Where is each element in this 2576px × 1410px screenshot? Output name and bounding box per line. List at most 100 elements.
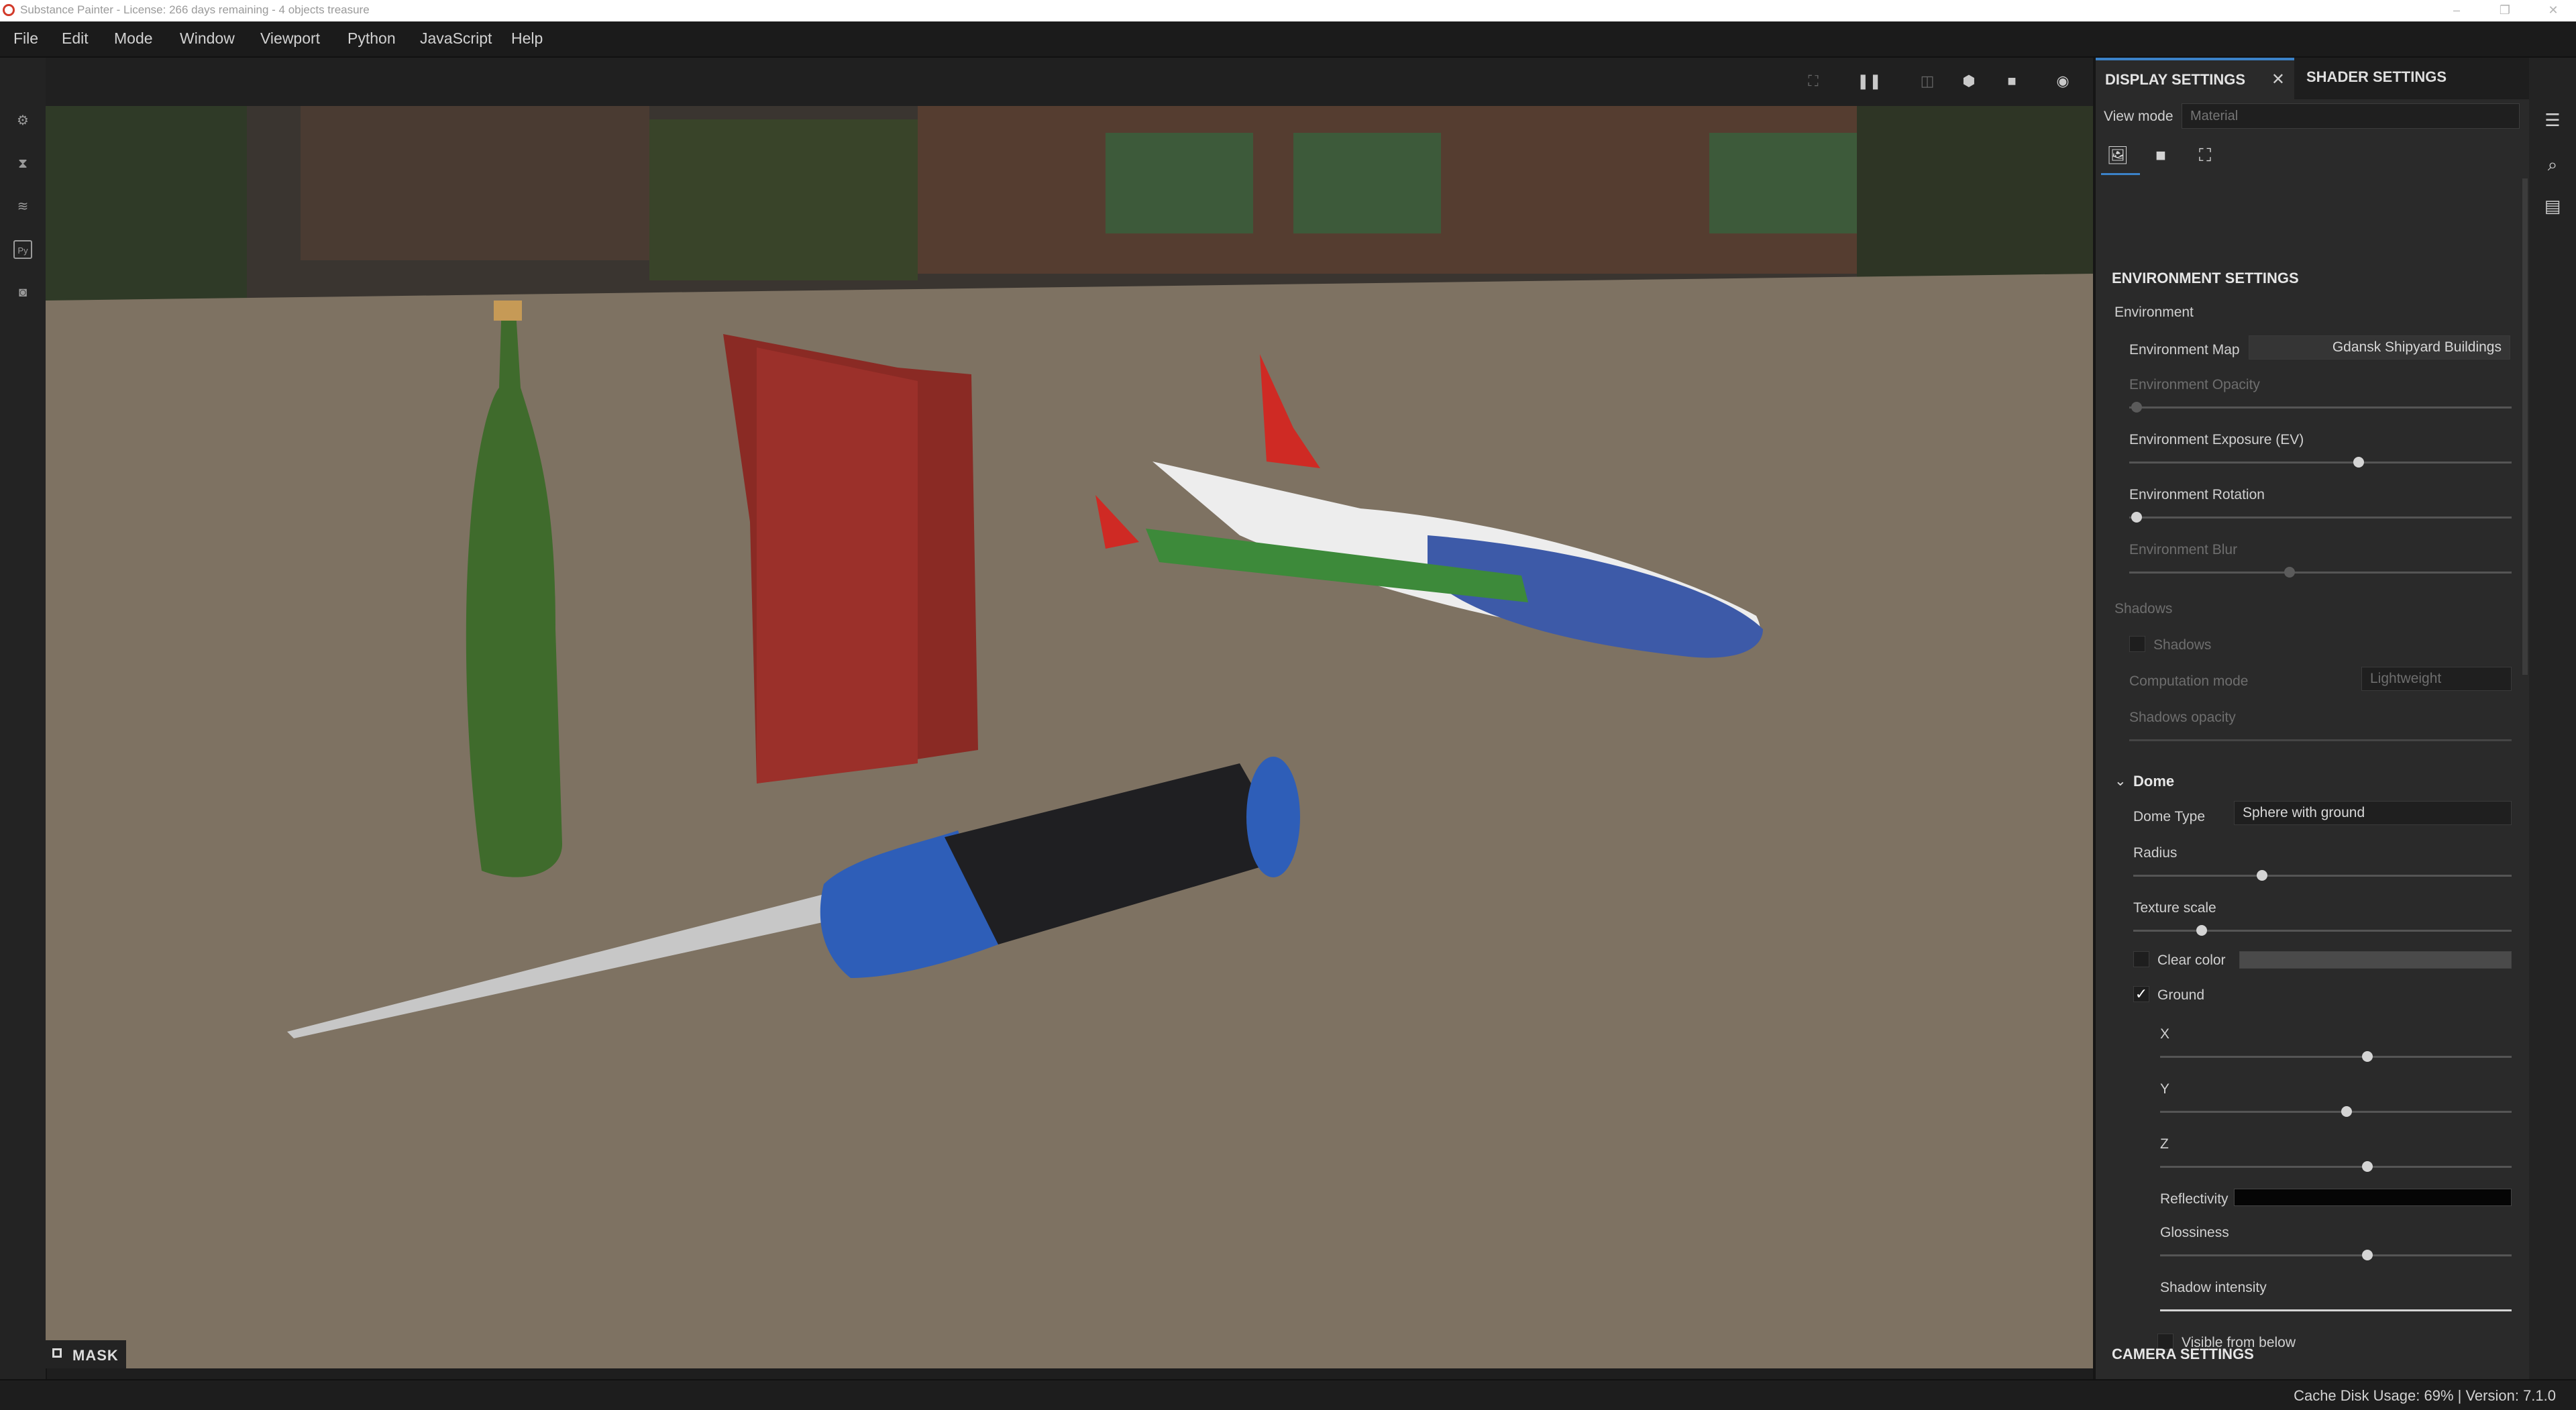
environment-blur-slider[interactable] — [2129, 567, 2512, 578]
shadow-intensity-slider[interactable] — [2160, 1309, 2512, 1311]
environment-exposure-slider[interactable] — [2129, 457, 2512, 468]
ground-checkbox[interactable]: ✓ — [2133, 986, 2149, 1002]
reflectivity-swatch[interactable] — [2234, 1189, 2512, 1206]
python-icon[interactable]: Py — [13, 240, 32, 259]
ground-z-slider[interactable] — [2160, 1161, 2512, 1172]
slider-handle[interactable] — [2362, 1250, 2373, 1260]
view-mode-input[interactable] — [2182, 103, 2520, 129]
menu-file[interactable]: File — [13, 30, 38, 48]
reflectivity-label: Reflectivity — [2160, 1191, 2229, 1207]
tab-display-label: DISPLAY SETTINGS — [2105, 71, 2246, 88]
window-green-1 — [1106, 133, 1253, 233]
slider-handle[interactable] — [2131, 402, 2143, 413]
clear-color-label: Clear color — [2157, 953, 2226, 968]
menu-help[interactable]: Help — [511, 30, 543, 48]
radius-slider[interactable] — [2133, 870, 2512, 881]
panel-tabs: DISPLAY SETTINGS ✕ SHADER SETTINGS — [2096, 58, 2529, 99]
environment-rotation-label: Environment Rotation — [2129, 487, 2265, 502]
close-window-icon[interactable]: ✕ — [2534, 0, 2572, 21]
mask-toggle[interactable]: MASK — [46, 1340, 126, 1368]
camera-icon[interactable]: ◉ — [2053, 72, 2073, 91]
trees-middle — [649, 119, 918, 280]
menu-viewport[interactable]: Viewport — [260, 30, 320, 48]
zoom-icon[interactable]: ⌕ — [2542, 154, 2563, 174]
close-tab-icon[interactable]: ✕ — [2271, 60, 2285, 99]
menu-javascript[interactable]: JavaScript — [420, 30, 492, 48]
environment-opacity-slider[interactable] — [2129, 402, 2512, 413]
view-mode-row: View mode — [2096, 99, 2529, 133]
glossiness-slider[interactable] — [2160, 1250, 2512, 1260]
settings-icon[interactable]: ⚙ — [13, 111, 32, 130]
dome-collapse-icon[interactable]: ⌄ — [2114, 773, 2127, 790]
mask-label: MASK — [72, 1347, 119, 1364]
3d-viewport[interactable]: MASK — [46, 106, 2093, 1368]
window-green-3 — [1709, 133, 1857, 233]
panel-scrollbar[interactable] — [2522, 178, 2528, 675]
viewport-toolbar: ⛶ ❚❚ ◫ ⬢ ■ ◉ — [46, 58, 2093, 106]
environment-group-label: Environment — [2114, 305, 2194, 320]
slider-handle[interactable] — [2256, 870, 2267, 881]
title-bar: Substance Painter - License: 266 days re… — [0, 0, 2576, 21]
video-icon[interactable]: ■ — [2149, 145, 2172, 165]
frame-icon[interactable]: ⛶ — [2194, 145, 2216, 165]
slider-handle[interactable] — [2362, 1051, 2373, 1062]
status-bar: Cache Disk Usage: 69% | Version: 7.1.0 — [0, 1379, 2576, 1410]
shadows-checkbox[interactable] — [2129, 636, 2145, 652]
building-front-face — [757, 347, 918, 783]
environment-settings-title: ENVIRONMENT SETTINGS — [2112, 270, 2299, 286]
video-camera-icon[interactable]: ■ — [2002, 72, 2022, 91]
tab-shader-settings[interactable]: SHADER SETTINGS — [2297, 58, 2462, 99]
ground-z-label: Z — [2160, 1136, 2169, 1152]
environment-exposure-label: Environment Exposure (EV) — [2129, 432, 2304, 447]
app-logo-icon — [3, 4, 15, 16]
slider-handle[interactable] — [2362, 1161, 2373, 1172]
dome-title[interactable]: Dome — [2133, 773, 2174, 790]
hourglass-icon[interactable]: ⧗ — [13, 154, 32, 173]
slider-handle[interactable] — [2341, 1106, 2352, 1117]
window-green-2 — [1293, 133, 1441, 233]
tab-display-settings[interactable]: DISPLAY SETTINGS ✕ — [2096, 58, 2294, 99]
dome-type-select[interactable]: Sphere with ground — [2234, 801, 2512, 825]
computation-mode-select[interactable]: Lightweight — [2361, 667, 2512, 691]
active-mode-indicator — [2101, 173, 2140, 175]
shadows-opacity-slider[interactable] — [2129, 739, 2512, 741]
panel-scroll-area[interactable]: ENVIRONMENT SETTINGS Environment Environ… — [2096, 178, 2525, 1372]
ground-y-label: Y — [2160, 1081, 2170, 1097]
dome-type-label: Dome Type — [2133, 809, 2205, 824]
menu-window[interactable]: Window — [180, 30, 235, 48]
panel-mode-bar: 🖼 ■ ⛶ — [2096, 133, 2529, 176]
clear-color-swatch[interactable] — [2239, 951, 2512, 969]
restore-icon[interactable]: ❐ — [2486, 0, 2524, 21]
menu-mode[interactable]: Mode — [114, 30, 153, 48]
slider-handle[interactable] — [2353, 457, 2364, 468]
pause-icon[interactable]: ❚❚ — [1857, 72, 1882, 91]
layers-stack-icon[interactable]: ☰ — [2542, 110, 2563, 130]
image-icon[interactable]: 🖼 — [2106, 145, 2129, 165]
document-icon[interactable]: ▤ — [2542, 196, 2563, 216]
cube-icon[interactable]: ⬢ — [1959, 72, 1979, 91]
minimize-icon[interactable]: – — [2438, 0, 2475, 21]
cache-status-text: Cache Disk Usage: 69% | Version: 7.1.0 — [2294, 1387, 2556, 1404]
clear-color-checkbox[interactable] — [2133, 951, 2149, 967]
camera-icon[interactable]: ◙ — [13, 283, 32, 302]
slider-handle[interactable] — [2196, 925, 2207, 936]
slider-handle[interactable] — [2131, 512, 2143, 523]
menu-edit[interactable]: Edit — [62, 30, 89, 48]
environment-map-label: Environment Map — [2129, 342, 2240, 358]
ground-x-slider[interactable] — [2160, 1051, 2512, 1062]
screenshot-icon[interactable]: ⛶ — [1803, 72, 1823, 91]
shadows-opacity-label: Shadows opacity — [2129, 710, 2236, 725]
slider-handle[interactable] — [2284, 567, 2296, 578]
screwdriver-cap — [1246, 757, 1300, 877]
shadows-checkbox-label: Shadows — [2153, 637, 2212, 653]
environment-rotation-slider[interactable] — [2129, 512, 2512, 523]
layers-icon[interactable]: ≋ — [13, 197, 32, 216]
right-toolbar: ☰ ⌕ ▤ — [2529, 58, 2576, 1379]
menu-python[interactable]: Python — [347, 30, 396, 48]
trees-left — [46, 106, 247, 307]
camera-settings-title[interactable]: CAMERA SETTINGS — [2112, 1346, 2254, 1363]
environment-map-select[interactable]: Gdansk Shipyard Buildings — [2249, 335, 2510, 360]
split-view-icon[interactable]: ◫ — [1917, 72, 1937, 91]
texture-scale-slider[interactable] — [2133, 925, 2512, 936]
ground-y-slider[interactable] — [2160, 1106, 2512, 1117]
